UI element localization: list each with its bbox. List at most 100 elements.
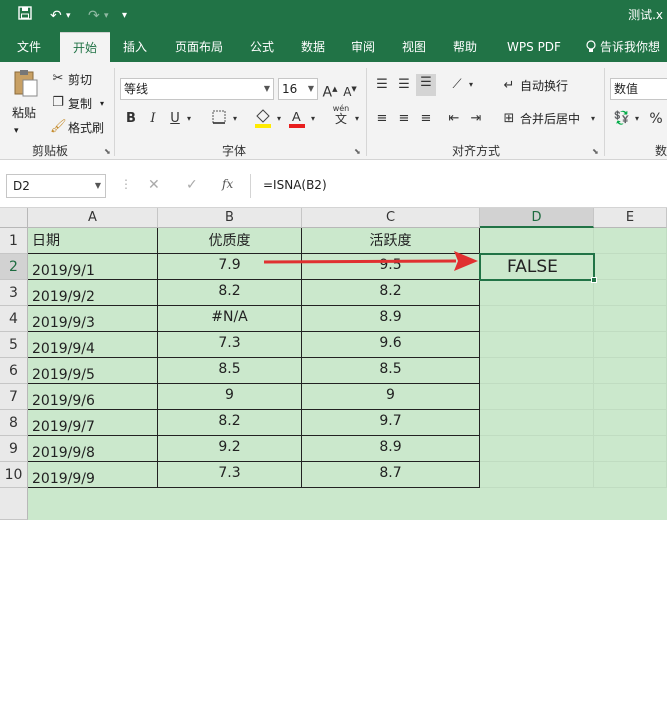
column-header-c[interactable]: C xyxy=(302,208,480,228)
table-cell[interactable]: 8.2 xyxy=(302,280,480,306)
row-header[interactable]: 2 xyxy=(0,254,28,280)
empty-cell[interactable] xyxy=(594,306,667,332)
table-cell[interactable]: 2019/9/5 xyxy=(28,358,158,384)
table-cell[interactable]: 9 xyxy=(158,384,302,410)
table-cell[interactable]: 日期 xyxy=(28,228,158,254)
table-cell[interactable]: 2019/9/6 xyxy=(28,384,158,410)
row-header[interactable]: 3 xyxy=(0,280,28,306)
scissors-icon[interactable]: ✂ xyxy=(50,70,66,88)
tab-review[interactable]: 审阅 xyxy=(342,32,384,62)
table-cell[interactable]: 7.3 xyxy=(158,462,302,488)
italic-button[interactable]: I xyxy=(146,110,160,128)
row-header[interactable]: 9 xyxy=(0,436,28,462)
table-cell[interactable]: 8.5 xyxy=(302,358,480,384)
undo-icon[interactable]: ↶ xyxy=(50,6,62,26)
bottom-align-icon[interactable]: ☰ xyxy=(416,74,436,96)
decrease-font-icon[interactable]: A▼ xyxy=(342,80,358,101)
empty-cell[interactable] xyxy=(594,254,667,280)
tab-data[interactable]: 数据 xyxy=(292,32,334,62)
number-format-combo[interactable]: 数值 xyxy=(610,78,667,100)
table-cell[interactable]: 8.2 xyxy=(158,410,302,436)
fill-color-dropdown-icon[interactable]: ▾ xyxy=(274,110,284,128)
borders-icon[interactable] xyxy=(210,110,228,130)
table-cell[interactable]: 8.7 xyxy=(302,462,480,488)
accounting-dropdown-icon[interactable]: ▾ xyxy=(632,110,642,128)
merge-center-icon[interactable]: ⊞ xyxy=(500,110,518,128)
table-cell[interactable]: 8.9 xyxy=(302,306,480,332)
empty-cell[interactable] xyxy=(594,228,667,254)
row-header[interactable]: 4 xyxy=(0,306,28,332)
empty-cell[interactable] xyxy=(480,410,594,436)
empty-cell[interactable] xyxy=(594,280,667,306)
select-all-corner[interactable] xyxy=(0,208,28,228)
empty-cell[interactable] xyxy=(480,436,594,462)
increase-font-icon[interactable]: A▲ xyxy=(322,80,338,102)
row-header[interactable]: 7 xyxy=(0,384,28,410)
row-header[interactable]: 10 xyxy=(0,462,28,488)
align-left-icon[interactable]: ≡ xyxy=(374,110,390,128)
table-cell[interactable]: 9.7 xyxy=(302,410,480,436)
table-cell[interactable]: 9.6 xyxy=(302,332,480,358)
tab-view[interactable]: 视图 xyxy=(394,32,434,62)
bold-button[interactable]: B xyxy=(124,110,138,128)
formula-input[interactable]: =ISNA(B2) xyxy=(250,174,667,198)
column-header-a[interactable]: A xyxy=(28,208,158,228)
underline-button[interactable]: U xyxy=(168,110,182,128)
wrap-text-icon[interactable]: ↵ xyxy=(500,77,518,95)
empty-cell[interactable] xyxy=(594,462,667,488)
table-cell[interactable]: 8.9 xyxy=(302,436,480,462)
font-launcher-icon[interactable]: ⬊ xyxy=(354,147,361,156)
font-name-combo[interactable]: 等线 ▼ xyxy=(120,78,274,100)
empty-cell[interactable] xyxy=(480,280,594,306)
table-cell[interactable]: #N/A xyxy=(158,306,302,332)
paste-dropdown-icon[interactable]: ▾ xyxy=(14,122,19,140)
tab-page-layout[interactable]: 页面布局 xyxy=(164,32,234,62)
wrap-text-button[interactable]: 自动换行 xyxy=(520,77,568,95)
column-header-e[interactable]: E xyxy=(594,208,667,228)
merge-dropdown-icon[interactable]: ▾ xyxy=(588,110,598,128)
row-header[interactable]: 1 xyxy=(0,228,28,254)
column-header-b[interactable]: B xyxy=(158,208,302,228)
copy-dropdown-icon[interactable]: ▾ xyxy=(100,95,104,113)
empty-cell[interactable] xyxy=(594,332,667,358)
tab-help[interactable]: 帮助 xyxy=(444,32,486,62)
empty-cell[interactable] xyxy=(480,358,594,384)
tab-formulas[interactable]: 公式 xyxy=(242,32,282,62)
paste-button[interactable]: 粘贴 xyxy=(12,104,36,122)
redo-icon[interactable]: ↷ xyxy=(88,6,100,26)
tab-wps-pdf[interactable]: WPS PDF xyxy=(496,32,572,62)
tab-home[interactable]: 开始 xyxy=(60,32,110,62)
tab-file[interactable]: 文件 xyxy=(6,32,52,62)
table-cell[interactable]: 2019/9/1 xyxy=(28,254,158,280)
copy-button[interactable]: 复制 xyxy=(68,95,92,113)
phonetic-dropdown-icon[interactable]: ▾ xyxy=(352,110,362,128)
table-cell[interactable]: 2019/9/2 xyxy=(28,280,158,306)
middle-align-icon[interactable]: ☰ xyxy=(396,76,412,94)
worksheet-grid[interactable]: A B C D E 1 日期 优质度 活跃度 2 2019/9/1 7.9 9.5 3 2019/… xyxy=(0,208,667,705)
table-cell[interactable]: 8.5 xyxy=(158,358,302,384)
empty-cell[interactable] xyxy=(480,462,594,488)
paste-icon[interactable] xyxy=(12,68,40,98)
undo-dropdown-icon[interactable]: ▾ xyxy=(66,6,71,26)
format-painter-button[interactable]: 格式刷 xyxy=(68,119,104,137)
accounting-format-icon[interactable]: 💱 xyxy=(612,110,632,128)
cancel-icon[interactable]: ✕ xyxy=(148,177,160,193)
customize-toolbar-icon[interactable]: ▾ xyxy=(122,6,127,26)
decrease-indent-icon[interactable]: ⇤ xyxy=(446,110,462,128)
font-color-dropdown-icon[interactable]: ▾ xyxy=(308,110,318,128)
empty-cell[interactable] xyxy=(480,332,594,358)
table-cell[interactable]: 9 xyxy=(302,384,480,410)
table-cell[interactable]: 2019/9/3 xyxy=(28,306,158,332)
alignment-launcher-icon[interactable]: ⬊ xyxy=(592,147,599,156)
row-header[interactable]: 5 xyxy=(0,332,28,358)
empty-cell[interactable] xyxy=(480,228,594,254)
row-header[interactable]: 8 xyxy=(0,410,28,436)
empty-cell[interactable] xyxy=(594,410,667,436)
empty-cell[interactable] xyxy=(480,306,594,332)
table-cell[interactable]: 2019/9/9 xyxy=(28,462,158,488)
align-right-icon[interactable]: ≡ xyxy=(418,110,434,128)
column-header-d[interactable]: D xyxy=(480,208,594,228)
table-cell[interactable]: 8.2 xyxy=(158,280,302,306)
empty-cell[interactable] xyxy=(594,358,667,384)
merge-center-button[interactable]: 合并后居中 xyxy=(520,110,580,128)
